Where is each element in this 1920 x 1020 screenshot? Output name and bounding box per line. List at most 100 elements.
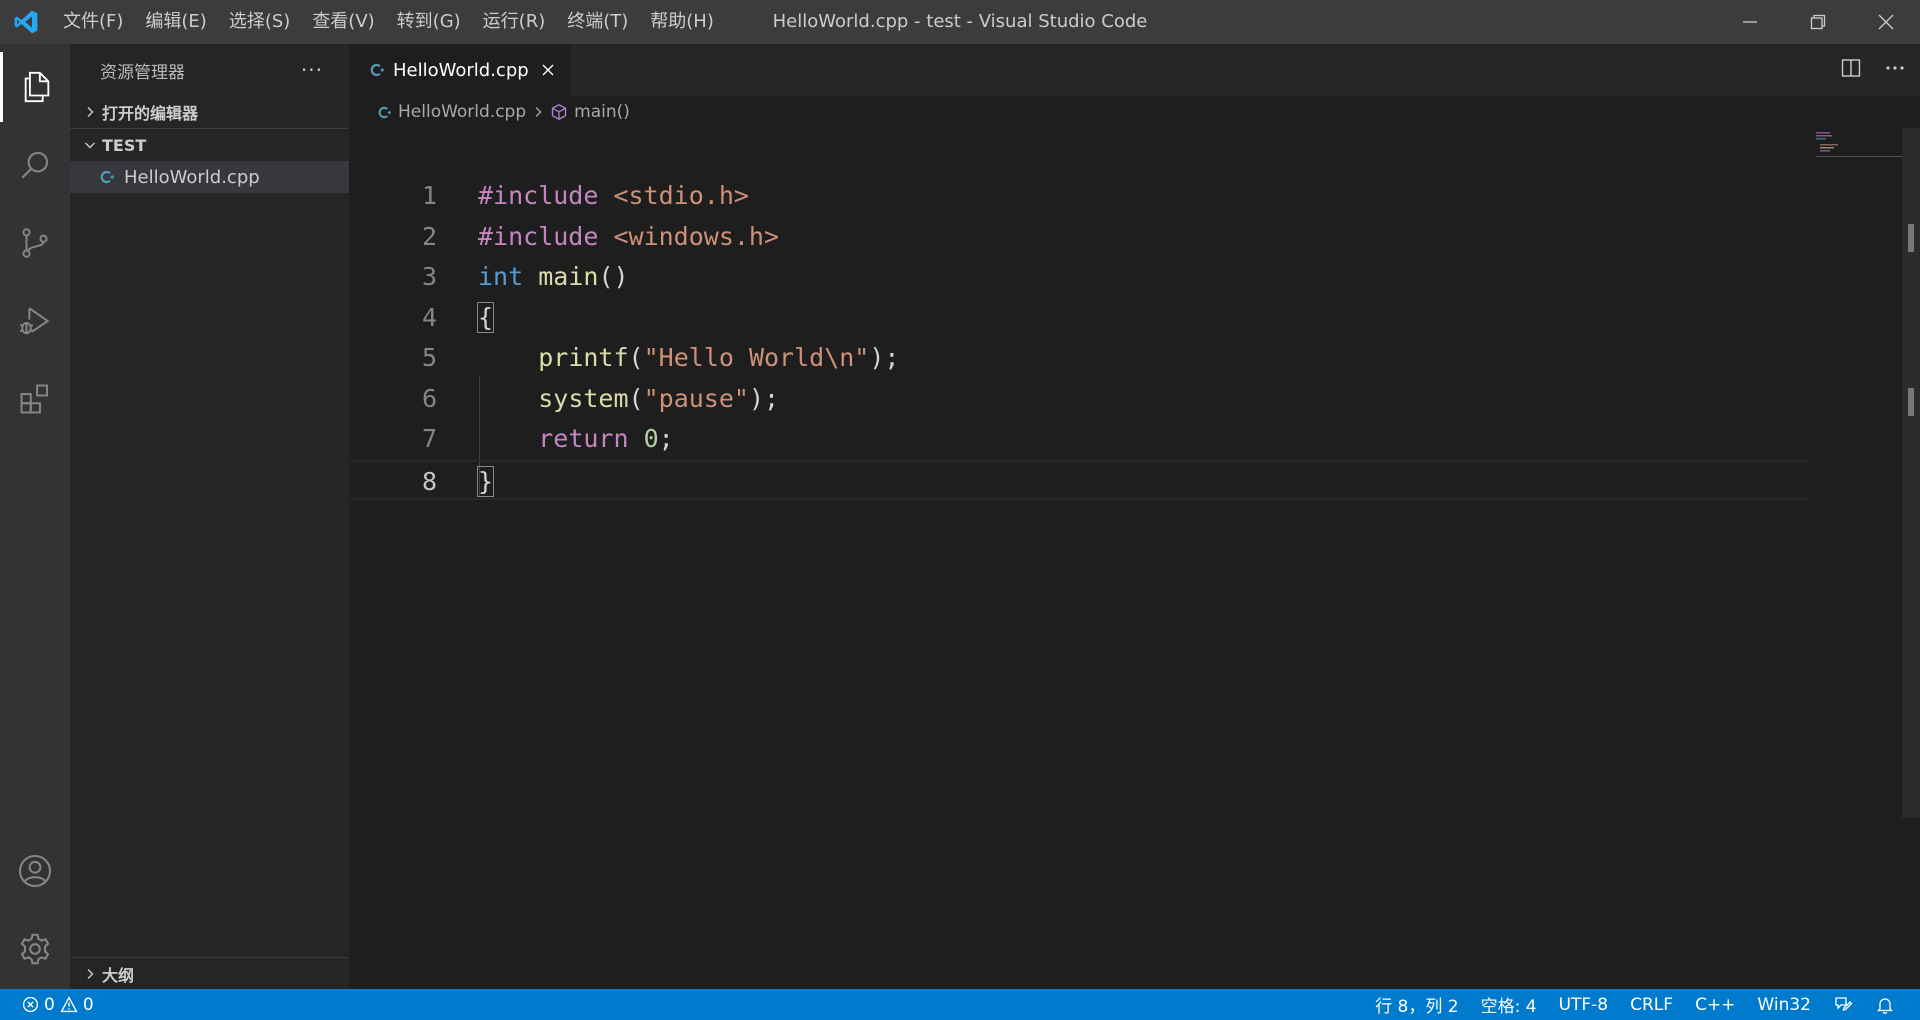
tab-bar: HelloWorld.cpp: [349, 44, 1920, 96]
code-line[interactable]: 8}: [349, 459, 1809, 500]
restore-icon: [1810, 14, 1826, 30]
extensions-button[interactable]: [0, 364, 70, 434]
line-text: {: [476, 298, 495, 338]
code-token: }: [476, 465, 495, 497]
folder-label: TEST: [102, 135, 147, 155]
menu-file[interactable]: 文件(F): [52, 0, 134, 44]
activity-bar: [0, 44, 70, 989]
vscode-logo-icon: [0, 0, 52, 44]
account-icon: [18, 854, 52, 888]
more-actions-icon[interactable]: [1884, 57, 1906, 83]
code-token: 0: [643, 424, 659, 453]
more-actions-icon[interactable]: ···: [301, 58, 323, 82]
code-token: "pause": [643, 383, 749, 413]
line-number: 6: [421, 383, 437, 413]
scrollbar-marker: [1908, 224, 1914, 252]
open-editors-section[interactable]: 打开的编辑器: [70, 96, 349, 128]
line-text: #include <stdio.h>: [478, 176, 749, 216]
error-icon: [22, 996, 39, 1013]
notifications-icon[interactable]: [1864, 995, 1906, 1015]
file-item-helloworld[interactable]: HelloWorld.cpp: [70, 161, 349, 193]
code-token: int: [478, 262, 524, 291]
chevron-down-icon: [78, 138, 102, 152]
search-icon: [21, 151, 49, 179]
line-number: 2: [421, 221, 437, 251]
restore-button[interactable]: [1784, 0, 1852, 44]
line-number: 5: [421, 343, 437, 372]
code-token: (: [628, 383, 644, 413]
code-token: <stdio.h>: [613, 181, 749, 210]
menu-view[interactable]: 查看(V): [301, 0, 385, 44]
code-token: return: [538, 424, 629, 453]
end-of-line[interactable]: CRLF: [1619, 995, 1684, 1015]
code-token: system: [538, 383, 629, 413]
sidebar-title: 资源管理器: [100, 62, 185, 83]
indentation[interactable]: 空格: 4: [1470, 992, 1548, 1017]
warning-count: 0: [82, 994, 94, 1015]
minimize-button[interactable]: [1716, 0, 1784, 44]
split-editor-icon[interactable]: [1840, 57, 1862, 83]
vertical-scrollbar[interactable]: [1902, 128, 1920, 818]
files-icon: [24, 71, 49, 103]
line-number: 1: [421, 181, 437, 210]
code-line[interactable]: 2 #include <windows.h>: [349, 217, 1809, 257]
code-line[interactable]: 1 #include <stdio.h>: [349, 176, 1809, 216]
code-line[interactable]: 7 return 0;: [349, 419, 1809, 459]
menu-terminal[interactable]: 终端(T): [556, 0, 639, 44]
code-line[interactable]: 4{: [349, 298, 1809, 338]
line-text: system("pause");: [478, 379, 779, 419]
menu-go[interactable]: 转到(G): [386, 0, 472, 44]
source-control-button[interactable]: [0, 208, 70, 278]
menu-selection[interactable]: 选择(S): [218, 0, 301, 44]
line-number: 8: [421, 466, 437, 496]
tab-close-icon[interactable]: [541, 63, 555, 77]
folder-section-test[interactable]: TEST: [70, 129, 349, 161]
language-mode[interactable]: C++: [1684, 995, 1746, 1015]
menu-edit[interactable]: 编辑(E): [134, 0, 217, 44]
code-line[interactable]: 3 int main(): [349, 257, 1809, 297]
search-button[interactable]: [0, 130, 70, 200]
minimap[interactable]: [1816, 128, 1902, 168]
line-text: int main(): [478, 257, 629, 297]
editor-area: HelloWorld.cpp HelloWorld.cpp main() 1 #…: [349, 44, 1920, 989]
cpp-file-icon: [377, 105, 392, 120]
status-bar: 0 0 行 8，列 2 空格: 4 UTF-8 CRLF C++ Win32: [0, 989, 1920, 1020]
line-text: #include <windows.h>: [478, 217, 779, 257]
cursor-position[interactable]: 行 8，列 2: [1364, 992, 1469, 1017]
code-token: ;: [658, 424, 674, 453]
code-line[interactable]: 5 printf("Hello World\n");: [349, 338, 1809, 378]
platform[interactable]: Win32: [1746, 995, 1822, 1015]
cube-symbol-icon: [550, 103, 568, 121]
code-token: {: [476, 301, 495, 333]
menu-run[interactable]: 运行(R): [472, 0, 557, 44]
code-token: #include: [478, 181, 614, 210]
code-token: );: [748, 383, 780, 413]
encoding[interactable]: UTF-8: [1548, 995, 1620, 1015]
outline-section[interactable]: 大纲: [70, 957, 349, 989]
chevron-right-icon: [532, 106, 544, 118]
menu-help[interactable]: 帮助(H): [639, 0, 725, 44]
cpp-file-icon: [96, 169, 118, 185]
scrollbar-marker: [1908, 388, 1914, 416]
code-line[interactable]: 6 system("pause");: [349, 379, 1809, 419]
breadcrumb-file[interactable]: HelloWorld.cpp: [398, 102, 526, 122]
breadcrumb-symbol[interactable]: main(): [574, 102, 630, 122]
code-token: "Hello World\n": [643, 343, 870, 372]
accounts-button[interactable]: [0, 836, 70, 906]
explorer-button[interactable]: [0, 52, 70, 122]
manage-button[interactable]: [0, 914, 70, 984]
line-number: 4: [421, 302, 437, 332]
problems-indicator[interactable]: 0 0: [22, 995, 94, 1015]
tab-helloworld[interactable]: HelloWorld.cpp: [349, 44, 571, 96]
close-window-button[interactable]: [1852, 0, 1920, 44]
error-count: 0: [44, 994, 55, 1015]
run-debug-button[interactable]: [0, 286, 70, 356]
feedback-icon[interactable]: [1822, 995, 1864, 1015]
code-token: #include: [478, 221, 614, 251]
source-control-icon: [22, 228, 48, 258]
chevron-right-icon: [78, 105, 102, 119]
run-debug-icon: [20, 307, 50, 335]
